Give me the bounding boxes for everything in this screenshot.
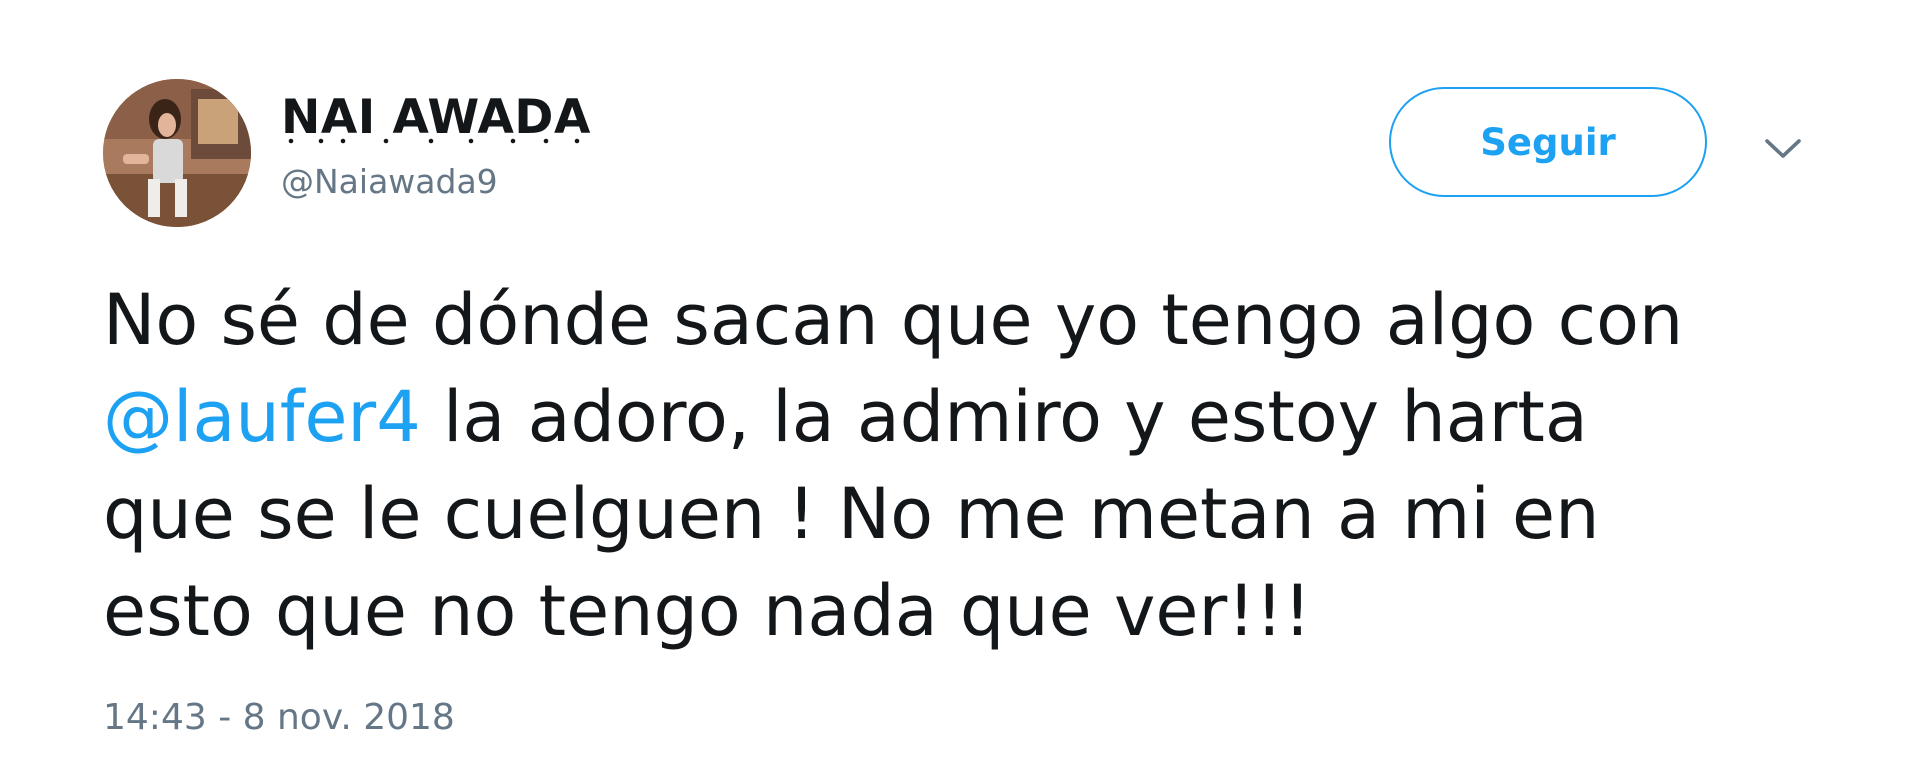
- avatar[interactable]: [103, 79, 251, 227]
- follow-button[interactable]: Seguir: [1389, 87, 1707, 197]
- tweet-timestamp[interactable]: 14:43 - 8 nov. 2018: [103, 694, 455, 742]
- tweet-line: No sé de dónde sacan que yo tengo algo c…: [103, 279, 1684, 361]
- tweet-line: esto que no tengo nada que ver!!!: [103, 570, 1312, 652]
- avatar-photo: [103, 79, 251, 227]
- tweet-line: que se le cuelguen ! No me metan a mi en: [103, 473, 1600, 555]
- tweet-card: NAI AWADA @Naiawada9 Seguir No sé de dón…: [0, 0, 1920, 758]
- tweet-text: No sé de dónde sacan que yo tengo algo c…: [103, 272, 1863, 660]
- name-underline-decoration: [288, 138, 580, 144]
- tweet-line-text: la adoro, la admiro y estoy harta: [420, 376, 1588, 458]
- mention-link[interactable]: @laufer4: [103, 376, 421, 458]
- user-handle[interactable]: @Naiawada9: [281, 160, 498, 204]
- tweet-line: @laufer4 la adoro, la admiro y estoy har…: [103, 369, 1863, 466]
- chevron-down-icon[interactable]: [1762, 132, 1804, 164]
